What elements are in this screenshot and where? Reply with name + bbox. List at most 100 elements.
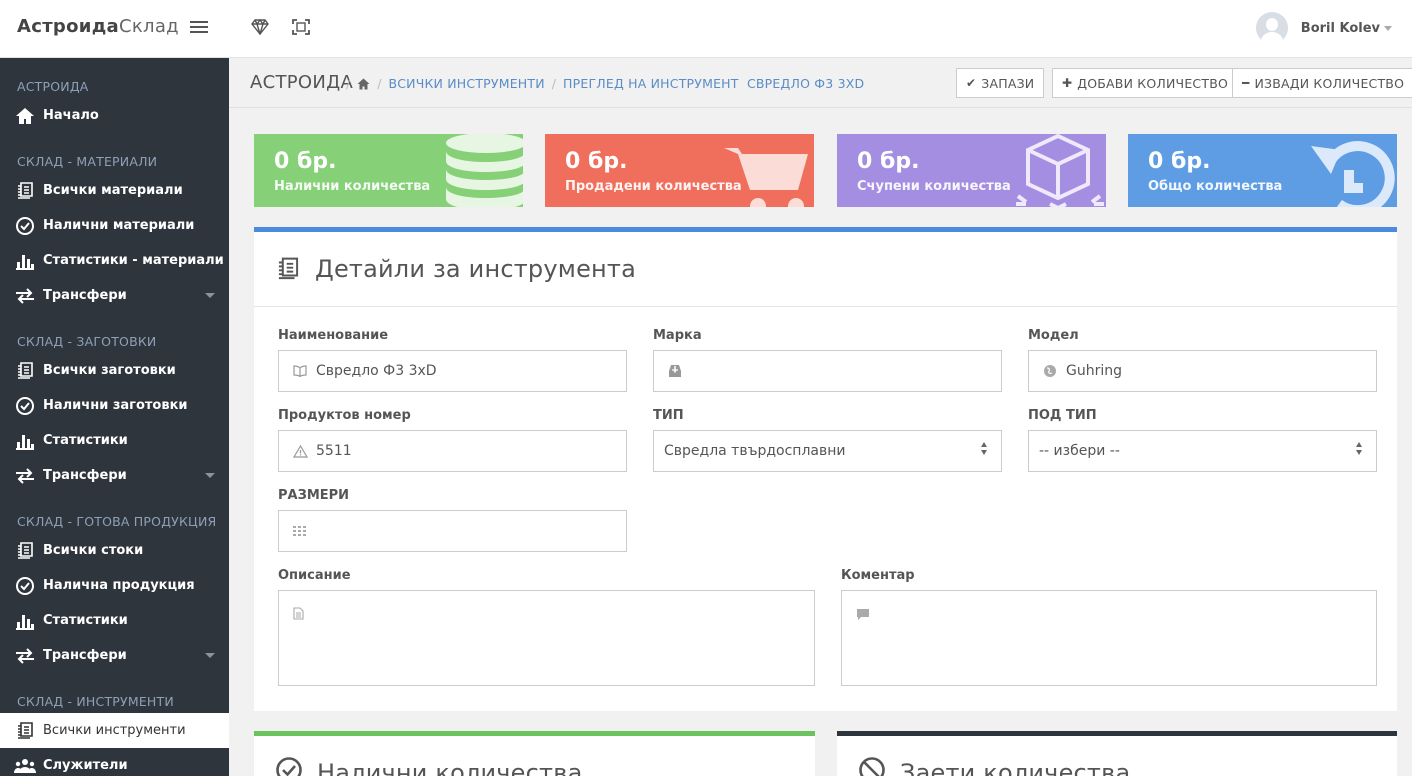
- save-button[interactable]: ✔ ЗАПАЗИ: [956, 68, 1045, 98]
- diamond-icon[interactable]: [250, 17, 270, 37]
- stat-card-available[interactable]: 0 бр. Налични количества: [254, 134, 523, 207]
- sidebar-item-all-goods[interactable]: Всички стоки: [0, 533, 229, 568]
- cart-icon: [724, 148, 808, 207]
- sidebar-item-available-materials[interactable]: Налични материали: [0, 208, 229, 243]
- sidebar-item-employees[interactable]: Служители: [0, 748, 229, 776]
- sidebar-item-blank-transfers[interactable]: Трансфери: [0, 458, 229, 493]
- sidebar-item-product-stats[interactable]: Статистики: [0, 603, 229, 638]
- sidebar-item-all-blanks[interactable]: Всички заготовки: [0, 353, 229, 388]
- minus-icon: ━: [1242, 76, 1250, 90]
- database-icon: [446, 134, 523, 207]
- sidebar-item-label: Налични заготовки: [43, 398, 188, 413]
- stat-value: 0 бр.: [857, 149, 920, 174]
- sidebar-section-title: АСТРОИДА: [17, 79, 89, 94]
- plus-icon: ✚: [1062, 76, 1073, 90]
- hamburger-icon[interactable]: [189, 17, 209, 37]
- user-menu[interactable]: Boril Kolev: [1255, 12, 1392, 44]
- sidebar-item-all-materials[interactable]: Всички материали: [0, 173, 229, 208]
- breadcrumb-link-current[interactable]: ПРЕГЛЕД НА ИНСТРУМЕНТ СВРЕДЛО Ф3 3XD: [563, 76, 864, 91]
- user-name: Boril Kolev: [1300, 20, 1380, 36]
- sidebar-item-home[interactable]: Начало: [0, 98, 229, 133]
- sidebar: АСТРОИДА Начало СКЛАД - МАТЕРИАЛИ Всички…: [0, 58, 229, 776]
- reserved-quantities-header: Заети количества: [837, 736, 1397, 776]
- sidebar-item-label: Всички материали: [43, 183, 183, 198]
- home-icon[interactable]: [357, 78, 370, 90]
- stat-label: Налични количества: [274, 179, 431, 194]
- description-textarea[interactable]: [278, 590, 815, 686]
- sidebar-item-label: Статистики: [43, 613, 128, 628]
- reserved-quantities-title: Заети количества: [900, 759, 1131, 776]
- globe-icon: [1042, 363, 1058, 379]
- description-label: Описание: [278, 568, 351, 583]
- stat-card-broken[interactable]: 0 бр. Счупени количества: [837, 134, 1106, 207]
- chevron-down-icon: [205, 293, 215, 298]
- sidebar-item-product-transfers[interactable]: Трансфери: [0, 638, 229, 673]
- add-quantity-label: ДОБАВИ КОЛИЧЕСТВО: [1077, 75, 1229, 91]
- product-number-input[interactable]: 5511: [278, 430, 627, 472]
- book-icon: [292, 363, 308, 379]
- sidebar-item-label: Статистики - материали: [43, 253, 224, 268]
- sidebar-item-label: Статистики: [43, 433, 128, 448]
- stack-icon: [14, 540, 36, 562]
- check-circle-icon: [14, 575, 36, 597]
- name-value: Свредло Ф3 3xD: [316, 363, 437, 379]
- name-input[interactable]: Свредло Ф3 3xD: [278, 350, 627, 392]
- comment-icon: [856, 605, 870, 624]
- sidebar-item-label: Налична продукция: [43, 578, 195, 593]
- reserved-quantities-card: Заети количества: [837, 731, 1397, 776]
- user-avatar-icon: [1255, 12, 1288, 44]
- details-card-header: Детайли за инструмента: [254, 232, 1397, 307]
- subtype-select[interactable]: -- избери --: [1028, 430, 1377, 472]
- main-content: АСТРОИДА / / ВСИЧКИ ИНСТРУМЕНТИ / ПРЕГЛЕ…: [229, 58, 1412, 776]
- refresh-icon: [1311, 141, 1395, 207]
- transfer-icon: [14, 645, 36, 667]
- stat-label: Общо количества: [1148, 179, 1283, 194]
- available-quantities-header: Налични количества: [254, 736, 815, 776]
- sidebar-section-title: СКЛАД - ЗАГОТОВКИ: [17, 334, 157, 349]
- fullscreen-icon[interactable]: [291, 17, 311, 37]
- model-input[interactable]: Guhring: [1028, 350, 1377, 392]
- home-icon: [14, 105, 36, 127]
- details-card-title: Детайли за инструмента: [315, 255, 637, 283]
- add-quantity-button[interactable]: ✚ ДОБАВИ КОЛИЧЕСТВО: [1052, 68, 1239, 98]
- stack-icon: [14, 720, 36, 742]
- brand-input[interactable]: [653, 350, 1002, 392]
- remove-quantity-label: ИЗВАДИ КОЛИЧЕСТВО: [1254, 75, 1405, 91]
- sidebar-item-available-products[interactable]: Налична продукция: [0, 568, 229, 603]
- stat-card-sold[interactable]: 0 бр. Продадени количества: [545, 134, 814, 207]
- sidebar-item-material-transfers[interactable]: Трансфери: [0, 278, 229, 313]
- sidebar-section-title: СКЛАД - ГОТОВА ПРОДУКЦИЯ: [17, 514, 217, 529]
- sidebar-item-all-tools[interactable]: Всички инструменти: [0, 713, 229, 748]
- type-select[interactable]: Свредла твърдосплавни: [653, 430, 1002, 472]
- subtype-value: -- избери --: [1039, 443, 1120, 459]
- check-circle-icon: [14, 215, 36, 237]
- sidebar-item-label: Начало: [43, 108, 99, 123]
- bar-chart-icon: [14, 250, 36, 272]
- brand-logo[interactable]: АстроидаСклад: [17, 16, 179, 37]
- chevron-down-icon: [1384, 25, 1392, 31]
- model-label: Модел: [1028, 328, 1079, 343]
- sizes-input[interactable]: [278, 510, 627, 552]
- breadcrumb-link-all-tools[interactable]: ВСИЧКИ ИНСТРУМЕНТИ: [388, 76, 544, 91]
- chevron-down-icon: [205, 653, 215, 658]
- breadcrumb-bar: АСТРОИДА / / ВСИЧКИ ИНСТРУМЕНТИ / ПРЕГЛЕ…: [229, 58, 1412, 108]
- comment-label: Коментар: [841, 568, 915, 583]
- remove-quantity-button[interactable]: ━ ИЗВАДИ КОЛИЧЕСТВО: [1232, 68, 1412, 98]
- inbox-icon: [667, 363, 683, 379]
- sidebar-item-material-stats[interactable]: Статистики - материали: [0, 243, 229, 278]
- bar-chart-icon: [14, 610, 36, 632]
- page-title: АСТРОИДА: [250, 72, 354, 93]
- stat-card-total[interactable]: 0 бр. Общо количества: [1128, 134, 1397, 207]
- sidebar-item-label: Служители: [43, 758, 128, 773]
- sidebar-item-blank-stats[interactable]: Статистики: [0, 423, 229, 458]
- check-circle-icon: [275, 756, 303, 776]
- stack-icon: [14, 360, 36, 382]
- users-icon: [14, 755, 36, 776]
- available-quantities-card: Налични количества: [254, 731, 815, 776]
- broken-cube-icon: [1016, 134, 1104, 207]
- select-arrows-icon: [981, 442, 987, 455]
- breadcrumb-separator: /: [346, 76, 351, 91]
- warning-icon: [292, 443, 308, 459]
- sidebar-item-available-blanks[interactable]: Налични заготовки: [0, 388, 229, 423]
- comment-textarea[interactable]: [841, 590, 1377, 686]
